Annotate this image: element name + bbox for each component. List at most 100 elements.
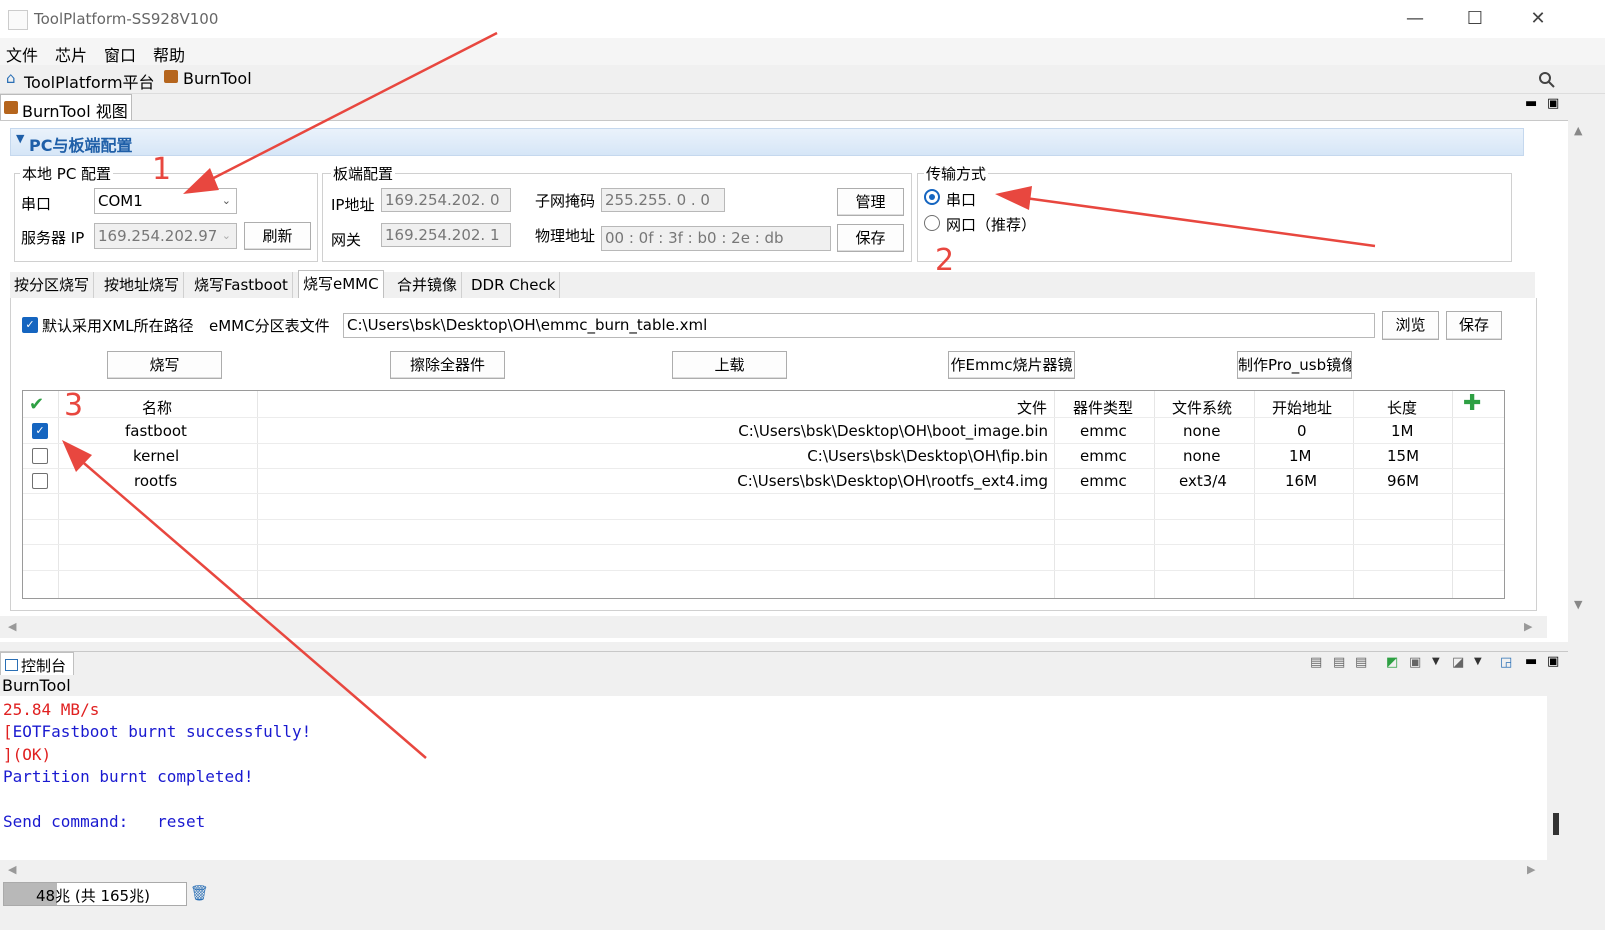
- burn-tabs: 按分区烧写 按地址烧写 烧写Fastboot 烧写eMMC 合并镜像 DDR C…: [10, 270, 1535, 299]
- console-source: BurnTool: [2, 676, 71, 695]
- row-start: 1M: [1289, 447, 1312, 465]
- row-start: 0: [1297, 422, 1307, 440]
- gateway-field[interactable]: 169.254.202. 1: [381, 223, 511, 247]
- chevron-down-icon[interactable]: ▼: [1432, 656, 1440, 667]
- subnet-field[interactable]: 255.255. 0 . 0: [601, 188, 725, 212]
- row-checkbox[interactable]: [32, 473, 48, 489]
- word-wrap-icon[interactable]: ▤: [1355, 655, 1367, 670]
- row-name: rootfs: [134, 472, 178, 490]
- console-vertical-scrollbar[interactable]: [1547, 696, 1568, 860]
- row-checkbox[interactable]: [32, 448, 48, 464]
- server-ip-label: 服务器 IP: [21, 229, 85, 247]
- console-line: 25.84 MB/s: [3, 700, 100, 719]
- server-ip-select[interactable]: 169.254.202.97 ⌄: [94, 223, 237, 249]
- refresh-button[interactable]: 刷新: [244, 222, 311, 250]
- serial-port-value: COM1: [98, 192, 143, 210]
- app-icon: [8, 10, 28, 30]
- toolplatform-perspective[interactable]: ToolPlatform平台: [24, 69, 155, 93]
- trash-icon[interactable]: 🗑: [190, 884, 209, 902]
- maximize-console-icon[interactable]: ▣: [1547, 654, 1559, 669]
- browse-button[interactable]: 浏览: [1382, 311, 1439, 340]
- serial-label: 串口: [21, 195, 52, 213]
- tab-burn-by-address[interactable]: 按地址烧写: [100, 272, 185, 298]
- network-radio[interactable]: [924, 215, 940, 231]
- view-vertical-scrollbar[interactable]: ▲ ▼: [1568, 120, 1591, 641]
- console-line-text: EOTFastboot burnt successfully!: [12, 722, 312, 741]
- subnet-label: 子网掩码: [535, 192, 596, 210]
- scroll-left-icon[interactable]: ◀: [8, 863, 16, 876]
- clear-console-icon[interactable]: ▤: [1310, 655, 1322, 670]
- tab-burn-by-partition[interactable]: 按分区烧写: [10, 272, 95, 298]
- scroll-up-icon[interactable]: ▲: [1574, 124, 1582, 137]
- menu-file[interactable]: 文件: [6, 42, 38, 66]
- scroll-right-icon[interactable]: ▶: [1527, 863, 1535, 876]
- emmc-save-button[interactable]: 保存: [1446, 311, 1502, 340]
- serial-radio[interactable]: [924, 189, 940, 205]
- default-xml-label: 默认采用XML所在路径: [42, 317, 194, 335]
- make-emmc-programmer-image-button[interactable]: 作Emmc烧片器镜: [948, 351, 1075, 379]
- manage-button[interactable]: 管理: [837, 188, 904, 216]
- console-output[interactable]: 25.84 MB/s [EOTFastboot burnt successful…: [0, 696, 1547, 860]
- erase-all-button[interactable]: 擦除全器件: [390, 351, 505, 379]
- chevron-down-icon: ⌄: [221, 229, 231, 242]
- minimize-console-icon[interactable]: ▬: [1525, 654, 1537, 669]
- scroll-down-icon[interactable]: ▼: [1574, 598, 1582, 611]
- row-name: fastboot: [125, 422, 187, 440]
- ip-field[interactable]: 169.254.202. 0: [381, 188, 511, 212]
- row-length: 15M: [1387, 447, 1420, 465]
- tab-ddr-check[interactable]: DDR Check: [467, 272, 561, 298]
- menu-window[interactable]: 窗口: [104, 42, 136, 66]
- collapse-icon[interactable]: ▼: [16, 132, 24, 145]
- tab-burn-fastboot[interactable]: 烧写Fastboot: [190, 272, 293, 298]
- scroll-lock-icon[interactable]: ▤: [1333, 655, 1345, 670]
- search-icon[interactable]: [1538, 71, 1556, 89]
- maximize-button[interactable]: ☐: [1455, 6, 1495, 32]
- minimize-button[interactable]: —: [1395, 6, 1435, 32]
- burntool-perspective[interactable]: BurnTool: [183, 69, 252, 88]
- make-pro-usb-image-button[interactable]: 制作Pro_usb镜像: [1237, 351, 1352, 379]
- menu-chip[interactable]: 芯片: [55, 42, 87, 66]
- view-tab-burntool[interactable]: BurnTool 视图: [0, 94, 132, 121]
- burn-button[interactable]: 烧写: [107, 351, 222, 379]
- mac-label: 物理地址: [535, 227, 596, 245]
- console-horizontal-scrollbar[interactable]: ◀ ▶: [0, 860, 1547, 880]
- mac-field[interactable]: 00 : 0f : 3f : b0 : 2e : db: [601, 226, 831, 251]
- board-save-button[interactable]: 保存: [837, 224, 904, 252]
- row-file: C:\Users\bsk\Desktop\OH\fip.bin: [807, 447, 1048, 465]
- upload-button[interactable]: 上载: [672, 351, 787, 379]
- transfer-group-label: 传输方式: [924, 163, 989, 184]
- select-all-check-icon[interactable]: ✔: [29, 394, 44, 415]
- scroll-right-icon[interactable]: ▶: [1524, 620, 1532, 633]
- row-checkbox[interactable]: ✓: [32, 423, 48, 439]
- console-line: [EOTFastboot burnt successfully!: [3, 722, 312, 741]
- tab-merge-image[interactable]: 合并镜像: [393, 272, 463, 298]
- console-line: Send command: reset: [3, 812, 206, 831]
- open-console-icon[interactable]: ◲: [1500, 655, 1512, 670]
- add-row-icon[interactable]: ✚: [1463, 391, 1481, 416]
- scroll-left-icon[interactable]: ◀: [8, 620, 16, 633]
- display-console-icon[interactable]: ▣: [1409, 655, 1421, 670]
- console-scroll-thumb[interactable]: [1553, 813, 1559, 835]
- maximize-view-icon[interactable]: ▣: [1547, 96, 1559, 111]
- close-button[interactable]: ✕: [1518, 6, 1558, 32]
- console-source-bar: BurnTool: [0, 675, 1568, 696]
- server-ip-value: 169.254.202.97: [98, 227, 218, 245]
- network-radio-label[interactable]: 网口（推荐）: [946, 214, 1036, 235]
- console-tab[interactable]: 控制台: [0, 652, 74, 677]
- new-console-icon[interactable]: ◪: [1452, 655, 1464, 670]
- row-start: 16M: [1285, 472, 1318, 490]
- serial-port-select[interactable]: COM1 ⌄: [94, 188, 237, 214]
- header-start-address: 开始地址: [1272, 399, 1333, 417]
- view-tab-label: BurnTool 视图: [22, 102, 128, 121]
- serial-radio-label[interactable]: 串口: [946, 189, 976, 210]
- chevron-down-icon[interactable]: ▼: [1474, 656, 1482, 667]
- minimize-view-icon[interactable]: ▬: [1525, 96, 1537, 111]
- view-horizontal-scrollbar[interactable]: ◀ ▶: [0, 616, 1547, 638]
- default-xml-checkbox[interactable]: ✓: [22, 317, 38, 333]
- tab-burn-emmc[interactable]: 烧写eMMC: [298, 270, 384, 299]
- section-header[interactable]: ▼ PC与板端配置: [10, 128, 1524, 156]
- partition-table-path-input[interactable]: C:\Users\bsk\Desktop\OH\emmc_burn_table.…: [343, 313, 1375, 338]
- menu-help[interactable]: 帮助: [153, 42, 185, 66]
- pin-console-icon[interactable]: ◩: [1386, 655, 1398, 670]
- ip-label: IP地址: [331, 196, 375, 214]
